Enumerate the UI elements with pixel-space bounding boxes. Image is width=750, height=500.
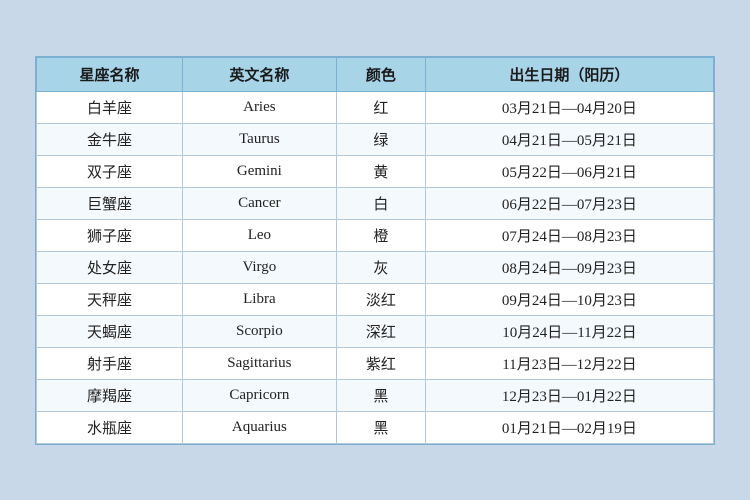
cell-color: 黑 bbox=[336, 411, 425, 443]
zodiac-table: 星座名称 英文名称 颜色 出生日期（阳历） 白羊座Aries红03月21日—04… bbox=[36, 57, 714, 444]
cell-chinese: 水瓶座 bbox=[37, 411, 183, 443]
table-row: 双子座Gemini黄05月22日—06月21日 bbox=[37, 155, 714, 187]
cell-dates: 03月21日—04月20日 bbox=[425, 91, 713, 123]
cell-color: 黄 bbox=[336, 155, 425, 187]
cell-color: 黑 bbox=[336, 379, 425, 411]
zodiac-table-wrapper: 星座名称 英文名称 颜色 出生日期（阳历） 白羊座Aries红03月21日—04… bbox=[35, 56, 715, 445]
cell-color: 橙 bbox=[336, 219, 425, 251]
cell-dates: 07月24日—08月23日 bbox=[425, 219, 713, 251]
cell-color: 绿 bbox=[336, 123, 425, 155]
table-row: 金牛座Taurus绿04月21日—05月21日 bbox=[37, 123, 714, 155]
table-row: 射手座Sagittarius紫红11月23日—12月22日 bbox=[37, 347, 714, 379]
cell-english: Virgo bbox=[182, 251, 336, 283]
cell-color: 灰 bbox=[336, 251, 425, 283]
cell-english: Leo bbox=[182, 219, 336, 251]
cell-chinese: 双子座 bbox=[37, 155, 183, 187]
cell-english: Gemini bbox=[182, 155, 336, 187]
table-row: 天秤座Libra淡红09月24日—10月23日 bbox=[37, 283, 714, 315]
col-header-english: 英文名称 bbox=[182, 57, 336, 91]
cell-dates: 09月24日—10月23日 bbox=[425, 283, 713, 315]
cell-dates: 12月23日—01月22日 bbox=[425, 379, 713, 411]
table-row: 狮子座Leo橙07月24日—08月23日 bbox=[37, 219, 714, 251]
cell-english: Cancer bbox=[182, 187, 336, 219]
cell-chinese: 天蝎座 bbox=[37, 315, 183, 347]
cell-chinese: 白羊座 bbox=[37, 91, 183, 123]
cell-english: Aries bbox=[182, 91, 336, 123]
cell-dates: 11月23日—12月22日 bbox=[425, 347, 713, 379]
cell-dates: 10月24日—11月22日 bbox=[425, 315, 713, 347]
table-header-row: 星座名称 英文名称 颜色 出生日期（阳历） bbox=[37, 57, 714, 91]
cell-english: Sagittarius bbox=[182, 347, 336, 379]
cell-english: Taurus bbox=[182, 123, 336, 155]
cell-chinese: 射手座 bbox=[37, 347, 183, 379]
cell-dates: 06月22日—07月23日 bbox=[425, 187, 713, 219]
table-row: 天蝎座Scorpio深红10月24日—11月22日 bbox=[37, 315, 714, 347]
cell-color: 深红 bbox=[336, 315, 425, 347]
cell-english: Scorpio bbox=[182, 315, 336, 347]
cell-chinese: 狮子座 bbox=[37, 219, 183, 251]
table-row: 水瓶座Aquarius黑01月21日—02月19日 bbox=[37, 411, 714, 443]
table-row: 白羊座Aries红03月21日—04月20日 bbox=[37, 91, 714, 123]
cell-english: Aquarius bbox=[182, 411, 336, 443]
cell-chinese: 天秤座 bbox=[37, 283, 183, 315]
cell-dates: 08月24日—09月23日 bbox=[425, 251, 713, 283]
cell-color: 紫红 bbox=[336, 347, 425, 379]
cell-dates: 01月21日—02月19日 bbox=[425, 411, 713, 443]
cell-dates: 04月21日—05月21日 bbox=[425, 123, 713, 155]
cell-dates: 05月22日—06月21日 bbox=[425, 155, 713, 187]
col-header-chinese: 星座名称 bbox=[37, 57, 183, 91]
col-header-color: 颜色 bbox=[336, 57, 425, 91]
table-row: 巨蟹座Cancer白06月22日—07月23日 bbox=[37, 187, 714, 219]
table-row: 处女座Virgo灰08月24日—09月23日 bbox=[37, 251, 714, 283]
table-row: 摩羯座Capricorn黑12月23日—01月22日 bbox=[37, 379, 714, 411]
cell-color: 红 bbox=[336, 91, 425, 123]
cell-color: 淡红 bbox=[336, 283, 425, 315]
cell-english: Capricorn bbox=[182, 379, 336, 411]
col-header-dates: 出生日期（阳历） bbox=[425, 57, 713, 91]
cell-chinese: 巨蟹座 bbox=[37, 187, 183, 219]
cell-chinese: 处女座 bbox=[37, 251, 183, 283]
cell-english: Libra bbox=[182, 283, 336, 315]
cell-chinese: 摩羯座 bbox=[37, 379, 183, 411]
cell-chinese: 金牛座 bbox=[37, 123, 183, 155]
cell-color: 白 bbox=[336, 187, 425, 219]
